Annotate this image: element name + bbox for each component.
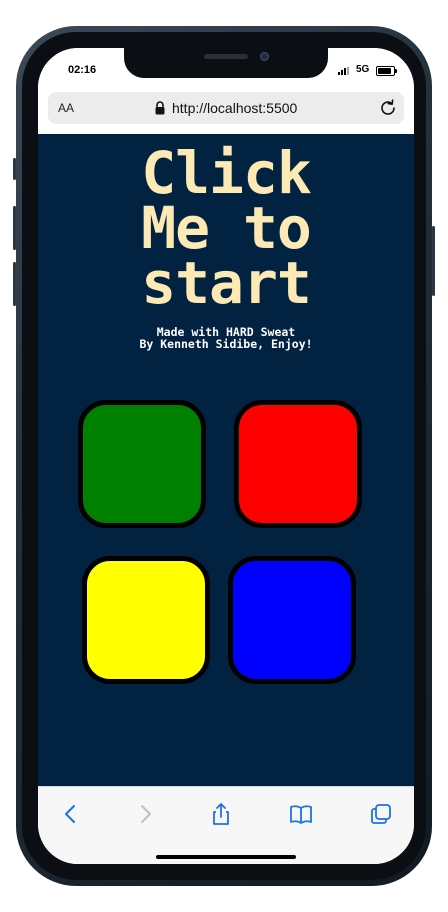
network-type: 5G (356, 64, 370, 75)
blue-pad[interactable] (228, 556, 356, 684)
power-button (432, 226, 435, 296)
address-bar[interactable]: AA http://localhost:5500 (48, 92, 404, 124)
green-pad[interactable] (78, 400, 206, 528)
volume-down-button (13, 262, 16, 306)
screen: 02:16 5G AA http://localhost:5500 Click … (38, 48, 414, 864)
signal-icon (338, 67, 352, 75)
game-page: Click Me to start Made with HARD Sweat B… (38, 134, 414, 786)
status-bar: 02:16 5G (38, 48, 414, 92)
text-size-button[interactable]: AA (58, 101, 74, 115)
share-icon[interactable] (208, 801, 234, 827)
start-title[interactable]: Click Me to start (38, 144, 414, 312)
home-indicator[interactable] (156, 855, 296, 859)
volume-up-button (13, 206, 16, 250)
speaker-grille (204, 54, 248, 59)
browser-toolbar (38, 786, 414, 864)
reload-icon[interactable] (378, 98, 398, 118)
title-line[interactable]: Click (38, 144, 414, 202)
back-icon[interactable] (58, 801, 84, 827)
title-line[interactable]: Me to (38, 199, 414, 257)
front-camera (260, 52, 269, 61)
forward-icon[interactable] (132, 801, 158, 827)
credits: Made with HARD Sweat By Kenneth Sidibe, … (38, 326, 414, 350)
battery-icon (376, 66, 397, 76)
mute-switch (13, 158, 16, 180)
bookmarks-icon[interactable] (288, 801, 314, 827)
title-line[interactable]: start (38, 254, 414, 312)
status-time: 02:16 (68, 64, 97, 76)
red-pad[interactable] (234, 400, 362, 528)
url-text[interactable]: http://localhost:5500 (172, 100, 297, 116)
lock-icon (155, 101, 165, 115)
tabs-icon[interactable] (368, 801, 394, 827)
notch (124, 48, 328, 78)
credits-line: By Kenneth Sidibe, Enjoy! (139, 337, 313, 351)
yellow-pad[interactable] (82, 556, 210, 684)
